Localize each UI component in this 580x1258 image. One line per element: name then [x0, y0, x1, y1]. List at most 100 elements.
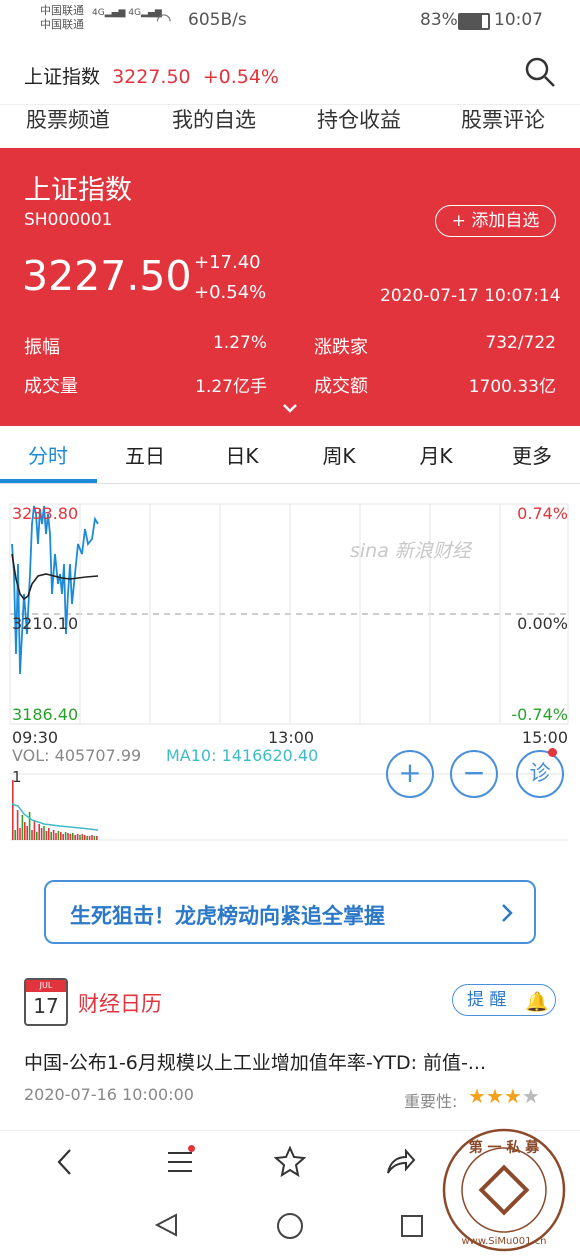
star-filled-icon: ★ [485, 1084, 504, 1108]
signal-icon: 4G▂▄▆ 4G▂▄▆ [92, 8, 162, 18]
quote-panel: 上证指数 SH000001 + 添加自选 3227.50 +17.40 +0.5… [0, 148, 580, 426]
volume-bar [72, 833, 74, 840]
volume-bar [28, 812, 31, 840]
volume-bar [57, 831, 60, 840]
wifi-icon: ◠ [156, 10, 172, 31]
active-tab-indicator [0, 479, 97, 483]
tab-holdings[interactable]: 持仓收益 [317, 104, 401, 134]
chart-period-tabs: 分时 五日 日K 周K 月K 更多 [0, 428, 580, 484]
index-code: SH000001 [24, 210, 113, 230]
time-mid-label: 13:00 [268, 728, 315, 747]
battery-percent: 83% [420, 10, 458, 30]
notification-dot [548, 748, 557, 757]
stat-value-volume: 1.27亿手 [195, 377, 267, 397]
stat-label-advance-decline: 涨跌家 [314, 337, 368, 358]
importance-stars: ★★★★ [468, 1084, 540, 1108]
remind-button[interactable]: 提 醒 🔔 [452, 984, 556, 1016]
header-price: 3227.50 [112, 66, 191, 88]
calendar-title: 财经日历 [78, 992, 162, 1016]
calendar-icon: JUL 17 [24, 978, 68, 1026]
volume-bar [31, 830, 33, 840]
volume-bar [64, 832, 67, 840]
zoom-out-button[interactable]: − [450, 750, 498, 798]
carrier-2: 中国联通 [40, 18, 84, 31]
pct-high-label: 0.74% [517, 504, 568, 523]
finance-calendar: JUL 17 财经日历 提 醒 🔔 中国-公布1-6月规模以上工业增加值年率-Y… [0, 976, 580, 1126]
volume-bar [33, 820, 36, 840]
tab-daily-k[interactable]: 日K [194, 440, 290, 469]
volume-bar [81, 834, 84, 840]
tab-five-day[interactable]: 五日 [97, 440, 193, 469]
volume-bar [93, 836, 96, 840]
index-name: 上证指数 [24, 175, 132, 206]
volume-bar [40, 828, 43, 840]
sina-watermark: sina 新浪财经 [350, 540, 471, 562]
volume-bar [26, 826, 28, 840]
index-change-pct: +0.54% [194, 282, 267, 303]
top-bar: 上证指数 3227.50 +0.54% [0, 42, 580, 105]
volume-axis-label: 1 [12, 768, 22, 786]
volume-bar [48, 828, 50, 840]
volume-bar [86, 836, 88, 840]
add-watchlist-button[interactable]: + 添加自选 [435, 205, 556, 237]
star-icon[interactable] [273, 1145, 307, 1181]
volume-bar [45, 831, 48, 840]
volume-bar [12, 780, 14, 840]
promo-banner[interactable]: 生死狙击！龙虎榜动向紧追全掌握 [44, 880, 536, 944]
volume-bar [69, 834, 72, 840]
stat-label-amplitude: 振幅 [24, 337, 60, 358]
tab-more[interactable]: 更多 [484, 440, 580, 469]
stat-label-volume: 成交量 [24, 376, 78, 397]
tab-my-watchlist[interactable]: 我的自选 [172, 104, 256, 134]
chevron-right-icon [498, 902, 516, 924]
menu-badge [188, 1145, 195, 1152]
tab-monthly-k[interactable]: 月K [388, 440, 484, 469]
time-close-label: 15:00 [521, 728, 568, 747]
volume-label: VOL: 405707.99 [12, 746, 142, 765]
index-change: +17.40 [194, 252, 261, 273]
header-change: +0.54% [202, 66, 279, 88]
calendar-headline[interactable]: 中国-公布1-6月规模以上工业增加值年率-YTD: 前值-... [24, 1048, 556, 1075]
zoom-in-button[interactable]: + [386, 750, 434, 798]
volume-bar [60, 832, 62, 840]
star-empty-icon: ★ [521, 1084, 540, 1108]
tab-stock-comments[interactable]: 股票评论 [461, 104, 545, 134]
tab-stock-channel[interactable]: 股票频道 [26, 104, 110, 134]
share-icon[interactable] [384, 1147, 416, 1181]
volume-bar [76, 834, 79, 840]
system-home-icon[interactable] [276, 1212, 304, 1244]
chevron-down-icon[interactable] [282, 400, 298, 416]
importance-label: 重要性: [404, 1092, 458, 1111]
intraday-chart-svg [9, 503, 569, 841]
price-line [11, 505, 99, 675]
volume-bar [52, 830, 55, 840]
watermark-stamp: 第 一 私 募 www.SiMu001.cn [432, 1124, 572, 1254]
price-low-label: 3186.40 [12, 705, 79, 724]
pct-low-label: -0.74% [511, 705, 568, 724]
volume-bar [38, 824, 40, 840]
intraday-chart[interactable]: 3233.80 3210.10 3186.40 0.74% 0.00% -0.7… [0, 484, 580, 844]
volume-bar [16, 810, 19, 840]
system-back-icon[interactable] [154, 1212, 180, 1242]
back-icon[interactable] [54, 1147, 76, 1181]
volume-bar [79, 835, 81, 840]
volume-bar [14, 830, 16, 840]
banner-text: 生死狙击！龙虎榜动向紧追全掌握 [70, 904, 385, 928]
menu-icon[interactable] [166, 1149, 194, 1179]
price-mid-label: 3210.10 [12, 614, 79, 633]
tab-intraday[interactable]: 分时 [0, 440, 96, 469]
volume-bar [50, 832, 52, 840]
tab-weekly-k[interactable]: 周K [291, 440, 387, 469]
page-title: 上证指数 3227.50 +0.54% [24, 62, 279, 89]
diagnose-button[interactable]: 诊 [516, 750, 564, 798]
search-icon[interactable] [524, 56, 556, 88]
time-open-label: 09:30 [12, 728, 59, 747]
svg-text:www.SiMu001.cn: www.SiMu001.cn [462, 1236, 547, 1247]
channel-tabs: 股票频道 我的自选 持仓收益 股票评论 [0, 104, 580, 148]
remind-label: 提 醒 [467, 990, 507, 1010]
status-bar: 中国联通 中国联通 4G▂▄▆ 4G▂▄▆ ◠ 605B/s 83% 10:07 [0, 0, 580, 42]
volume-bar [24, 822, 26, 840]
system-recents-icon[interactable] [400, 1214, 424, 1242]
pct-mid-label: 0.00% [517, 614, 568, 633]
svg-text:第 一 私 募: 第 一 私 募 [469, 1139, 541, 1156]
